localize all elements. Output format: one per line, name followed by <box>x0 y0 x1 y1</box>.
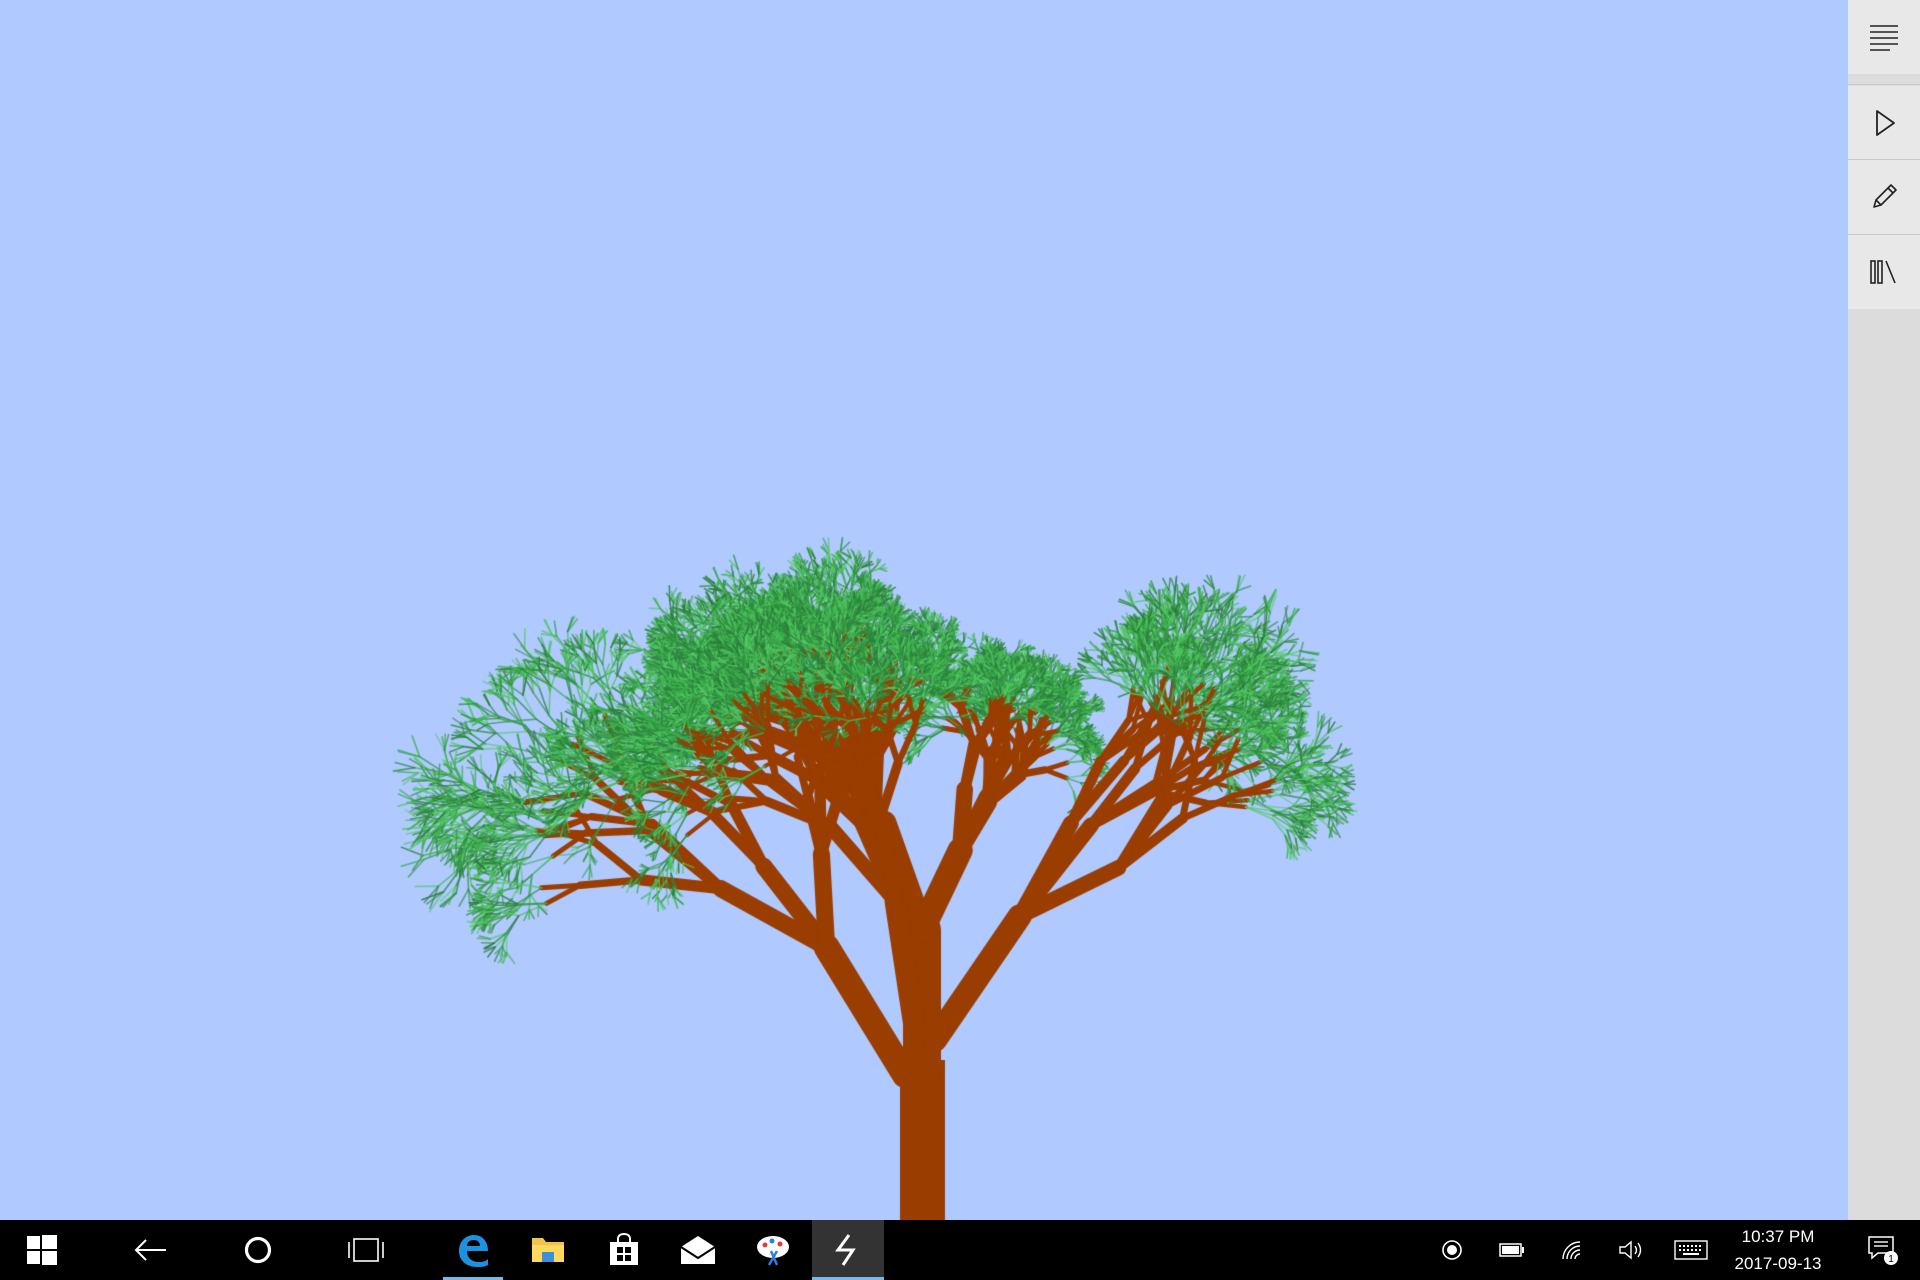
store-taskbar-button[interactable] <box>594 1220 654 1280</box>
volume-icon <box>1619 1240 1642 1260</box>
text-align-button[interactable] <box>1848 0 1920 74</box>
volume-tray-button[interactable] <box>1606 1220 1656 1280</box>
wifi-tray-button[interactable] <box>1547 1220 1597 1280</box>
edge-browser-icon <box>459 1235 488 1267</box>
battery-icon <box>1499 1243 1524 1257</box>
task-view-button[interactable] <box>326 1220 406 1280</box>
tree-app-icon <box>835 1234 856 1266</box>
record-icon <box>1442 1240 1462 1260</box>
taskbar: 10:37 PM 2017-09-13 1 <box>0 1220 1920 1280</box>
notification-icon: 1 <box>1868 1236 1898 1265</box>
taskbar-clock[interactable]: 10:37 PM 2017-09-13 <box>1713 1220 1843 1280</box>
start-button[interactable] <box>0 1220 84 1280</box>
play-button[interactable] <box>1848 86 1920 160</box>
library-icon <box>1870 260 1896 284</box>
cortana-icon <box>244 1236 272 1264</box>
play-icon <box>1876 110 1895 136</box>
store-icon <box>610 1233 638 1265</box>
library-button[interactable] <box>1848 235 1920 309</box>
wifi-icon <box>1562 1241 1581 1260</box>
record-tray-button[interactable] <box>1427 1220 1477 1280</box>
windows-start-icon <box>27 1235 57 1265</box>
text-align-icon <box>1870 25 1898 51</box>
clock-time: 10:37 PM <box>1741 1227 1815 1246</box>
file-explorer-icon <box>532 1238 564 1262</box>
notification-count: 1 <box>1888 1254 1894 1265</box>
mail-taskbar-button[interactable] <box>668 1220 728 1280</box>
edge-taskbar-button[interactable] <box>443 1220 503 1280</box>
back-arrow-icon <box>134 1239 166 1261</box>
cortana-button[interactable] <box>218 1220 298 1280</box>
pencil-icon <box>1873 184 1897 208</box>
clock-date: 2017-09-13 <box>1734 1254 1822 1273</box>
tree-canvas-area[interactable] <box>0 0 1848 1220</box>
pencil-button[interactable] <box>1848 160 1920 234</box>
action-center-button[interactable]: 1 <box>1848 1220 1918 1280</box>
task-view-icon <box>348 1238 384 1262</box>
back-button[interactable] <box>110 1220 190 1280</box>
paint-taskbar-button[interactable] <box>743 1220 803 1280</box>
file-explorer-taskbar-button[interactable] <box>518 1220 578 1280</box>
side-toolbar <box>1848 0 1920 1220</box>
battery-tray-button[interactable] <box>1487 1220 1537 1280</box>
tree-app-taskbar-button[interactable] <box>812 1220 884 1280</box>
fractal-tree-drawing <box>0 0 1848 1220</box>
touch-keyboard-tray-button[interactable] <box>1666 1220 1716 1280</box>
paint-icon <box>757 1236 789 1266</box>
toolbar-divider <box>1848 84 1920 85</box>
mail-icon <box>680 1236 716 1264</box>
keyboard-icon <box>1674 1240 1708 1260</box>
